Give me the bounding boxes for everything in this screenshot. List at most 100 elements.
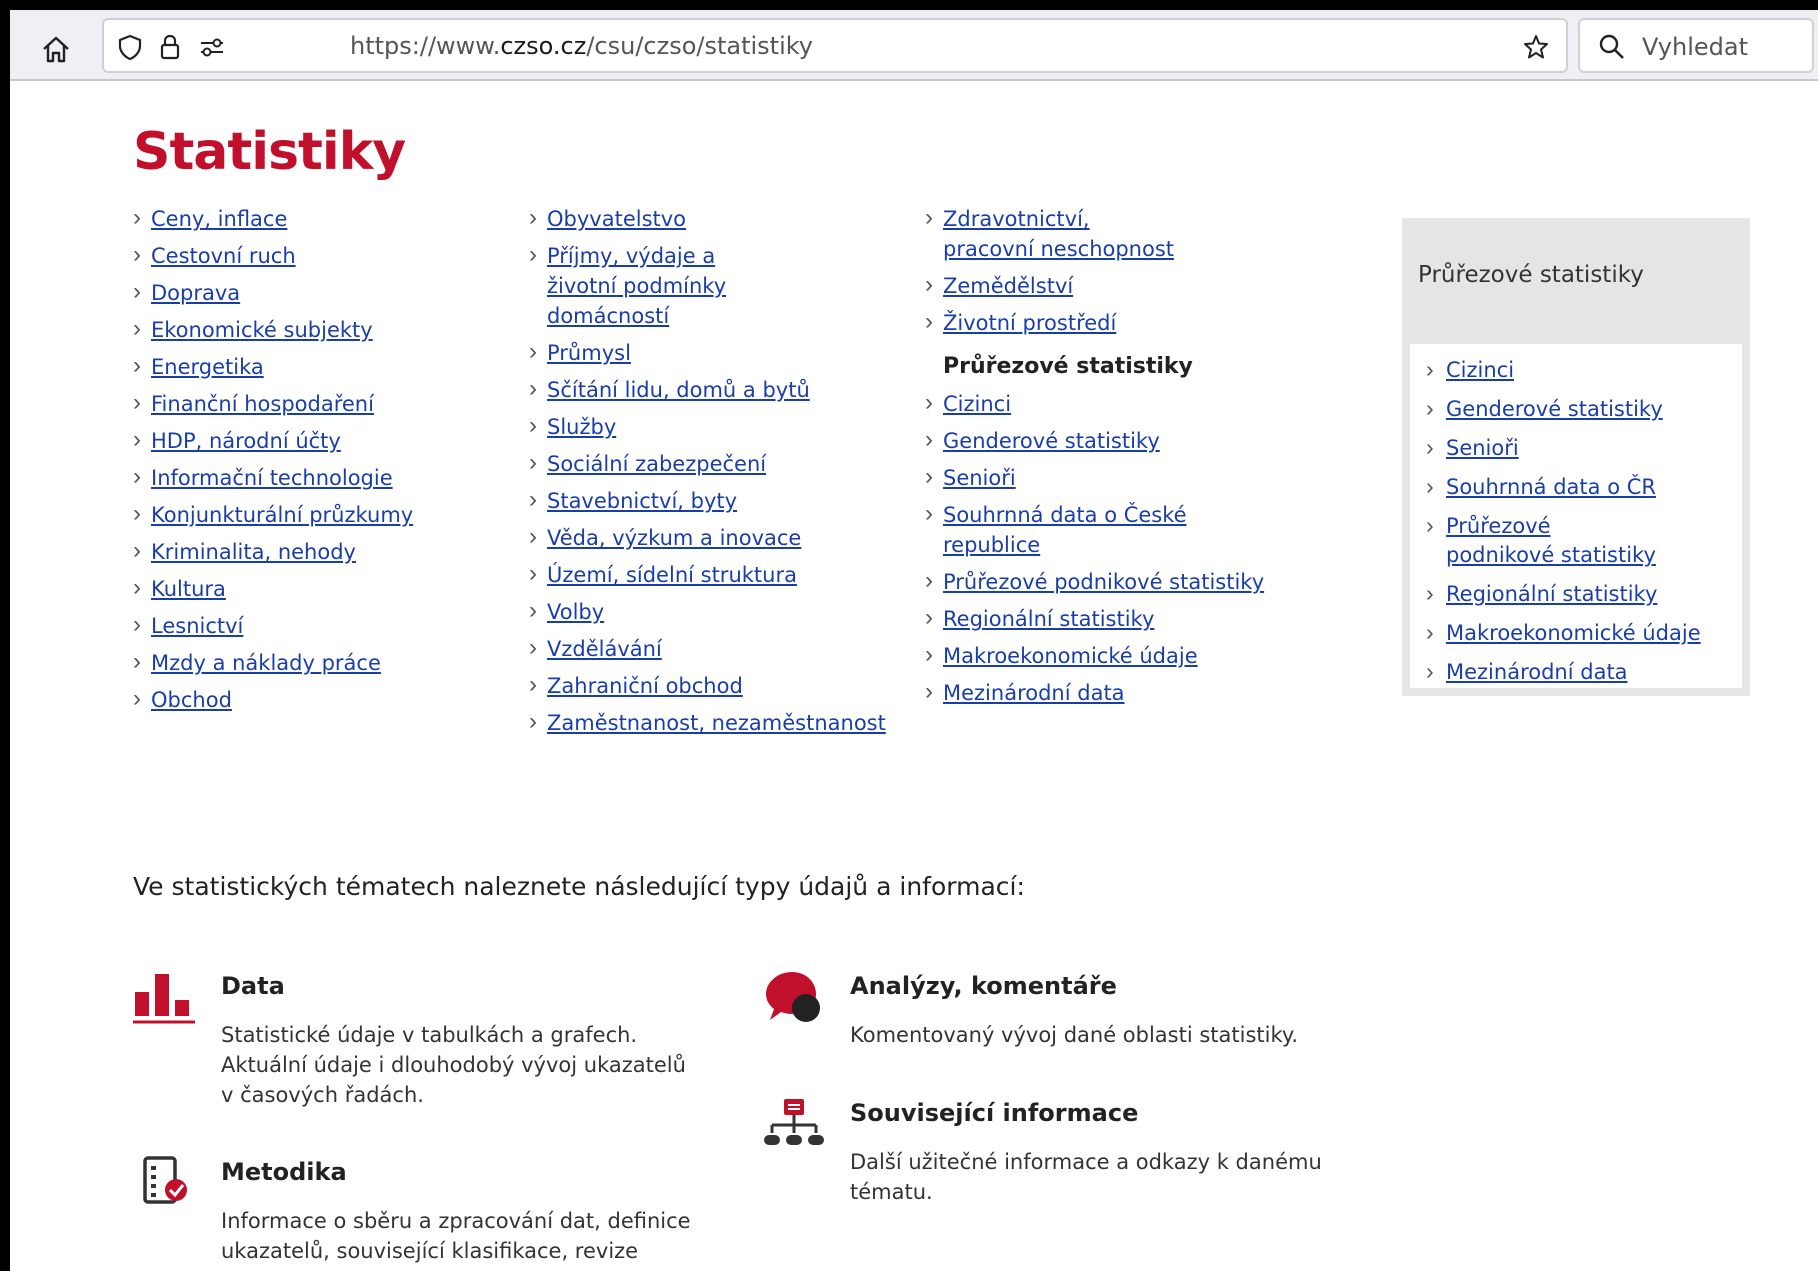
topic-item: Životní prostředí (925, 307, 1305, 338)
topic-link[interactable]: Genderové statistiky (943, 429, 1160, 453)
topic-link[interactable]: Volby (547, 600, 604, 624)
topic-item: Zaměstnanost, nezaměstnanost (529, 707, 889, 738)
sidebar-list: Cizinci Genderové statistiky Senioři Sou… (1410, 344, 1742, 688)
topic-link[interactable]: Průřezové podnikové statistiky (943, 570, 1264, 594)
url-text[interactable]: https://www.czso.cz/csu/czso/statistiky (350, 32, 813, 60)
home-icon[interactable] (40, 34, 72, 66)
topic-column-3: Zdravotnictví, pracovní neschopnost Země… (925, 203, 1305, 715)
topic-link[interactable]: Mzdy a náklady práce (151, 651, 381, 675)
topic-link[interactable]: Věda, výzkum a inovace (547, 526, 801, 550)
permissions-icon[interactable] (198, 33, 226, 61)
intro-text: Ve statistických tématech naleznete násl… (133, 872, 1025, 901)
topic-item: Obyvatelstvo (529, 203, 889, 234)
info-text: Komentovaný vývoj dané oblasti statistik… (850, 1023, 1299, 1047)
browser-toolbar: https://www.czso.cz/csu/czso/statistiky … (10, 10, 1818, 81)
browser-window: https://www.czso.cz/csu/czso/statistiky … (0, 0, 1818, 1271)
info-text: Informace o sběru a zpracování dat, defi… (221, 1209, 691, 1271)
topic-link[interactable]: Ekonomické subjekty (151, 318, 373, 342)
topic-item: Konjunkturální průzkumy (133, 499, 473, 530)
topic-link[interactable]: Zahraniční obchod (547, 674, 743, 698)
topic-item: Kriminalita, nehody (133, 536, 473, 567)
topic-link[interactable]: Informační technologie (151, 466, 393, 490)
sidebar-link[interactable]: Průřezové podnikové statistiky (1446, 514, 1656, 567)
topic-link[interactable]: Ceny, inflace (151, 207, 287, 231)
topic-item: HDP, národní účty (133, 425, 473, 456)
topic-link[interactable]: Životní prostředí (943, 311, 1116, 335)
topic-item: Doprava (133, 277, 473, 308)
sidebar-link[interactable]: Regionální statistiky (1446, 582, 1657, 606)
sidebar-link[interactable]: Cizinci (1446, 358, 1514, 382)
info-metodika: Metodika Informace o sběru a zpracování … (133, 1156, 693, 1271)
topic-link[interactable]: HDP, národní účty (151, 429, 341, 453)
topic-link[interactable]: Regionální statistiky (943, 607, 1154, 631)
topic-link[interactable]: Lesnictví (151, 614, 243, 638)
hierarchy-icon (764, 1099, 824, 1145)
topic-link[interactable]: Příjmy, výdaje a životní podmínky domácn… (547, 244, 726, 328)
url-prefix: https://www. (350, 32, 501, 60)
speech-bubble-icon (766, 972, 820, 1022)
sidebar-item: Průřezové podnikové statistiky (1426, 511, 1656, 570)
topic-link[interactable]: Služby (547, 415, 616, 439)
info-title: Související informace (850, 1099, 1139, 1127)
topic-link[interactable]: Senioři (943, 466, 1016, 490)
topic-item: Příjmy, výdaje a životní podmínky domácn… (529, 240, 789, 331)
topic-link[interactable]: Sociální zabezpečení (547, 452, 766, 476)
shield-icon[interactable] (116, 33, 144, 61)
sidebar-link[interactable]: Souhrnná data o ČR (1446, 475, 1656, 499)
topic-link[interactable]: Konjunkturální průzkumy (151, 503, 413, 527)
search-input[interactable]: Vyhledat (1578, 18, 1814, 73)
topic-link[interactable]: Kultura (151, 577, 226, 601)
topic-link[interactable]: Obyvatelstvo (547, 207, 686, 231)
topic-link[interactable]: Finanční hospodaření (151, 392, 374, 416)
sidebar-link[interactable]: Genderové statistiky (1446, 397, 1663, 421)
topic-item: Volby (529, 596, 889, 627)
topic-link[interactable]: Zdravotnictví, pracovní neschopnost (943, 207, 1174, 261)
sidebar-item: Genderové statistiky (1426, 394, 1732, 424)
search-placeholder: Vyhledat (1642, 33, 1748, 61)
star-icon[interactable] (1522, 33, 1550, 61)
sidebar-title: Průřezové statistiky (1418, 262, 1644, 288)
url-domain: czso.cz (500, 32, 587, 60)
lock-icon[interactable] (156, 33, 184, 61)
topic-link[interactable]: Mezinárodní data (943, 681, 1125, 705)
topic-link[interactable]: Energetika (151, 355, 264, 379)
sidebar-link[interactable]: Senioři (1446, 436, 1519, 460)
topic-item: Sociální zabezpečení (529, 448, 889, 479)
topic-item: Mzdy a náklady práce (133, 647, 473, 678)
topic-link[interactable]: Území, sídelní struktura (547, 563, 797, 587)
topic-link[interactable]: Sčítání lidu, domů a bytů (547, 378, 810, 402)
sidebar-item: Regionální statistiky (1426, 579, 1732, 609)
topic-item: Zdravotnictví, pracovní neschopnost (925, 203, 1185, 264)
sidebar-item: Cizinci (1426, 355, 1732, 385)
topic-item: Cizinci (925, 388, 1305, 419)
topic-item: Senioři (925, 462, 1305, 493)
topic-link[interactable]: Zaměstnanost, nezaměstnanost (547, 711, 886, 735)
topic-link[interactable]: Zemědělství (943, 274, 1073, 298)
topic-item: Věda, výzkum a inovace (529, 522, 889, 553)
topic-link[interactable]: Souhrnná data o České republice (943, 503, 1187, 557)
info-text: Další užitečné informace a odkazy k dané… (850, 1150, 1322, 1204)
topic-link[interactable]: Průmysl (547, 341, 631, 365)
topic-link[interactable]: Kriminalita, nehody (151, 540, 356, 564)
topic-item: Průřezové podnikové statistiky (925, 566, 1305, 597)
topic-item: Obchod (133, 684, 473, 715)
page-title: Statistiky (133, 122, 406, 182)
topic-link[interactable]: Cestovní ruch (151, 244, 296, 268)
sidebar-link[interactable]: Mezinárodní data (1446, 660, 1628, 684)
topic-link[interactable]: Cizinci (943, 392, 1011, 416)
topic-column-1: Ceny, inflace Cestovní ruch Doprava Ekon… (133, 203, 473, 722)
topic-link[interactable]: Doprava (151, 281, 240, 305)
topic-item: Zemědělství (925, 270, 1305, 301)
sidebar-item: Senioři (1426, 433, 1732, 463)
topic-link[interactable]: Makroekonomické údaje (943, 644, 1198, 668)
topic-link[interactable]: Obchod (151, 688, 232, 712)
topic-link[interactable]: Vzdělávání (547, 637, 662, 661)
topic-item: Cestovní ruch (133, 240, 473, 271)
address-bar[interactable]: https://www.czso.cz/csu/czso/statistiky (102, 18, 1568, 73)
topic-link[interactable]: Stavebnictví, byty (547, 489, 737, 513)
sidebar-item: Mezinárodní data (1426, 657, 1732, 687)
topic-item: Energetika (133, 351, 473, 382)
checklist-icon (143, 1156, 187, 1204)
sidebar-link[interactable]: Makroekonomické údaje (1446, 621, 1701, 645)
topic-item: Ceny, inflace (133, 203, 473, 234)
